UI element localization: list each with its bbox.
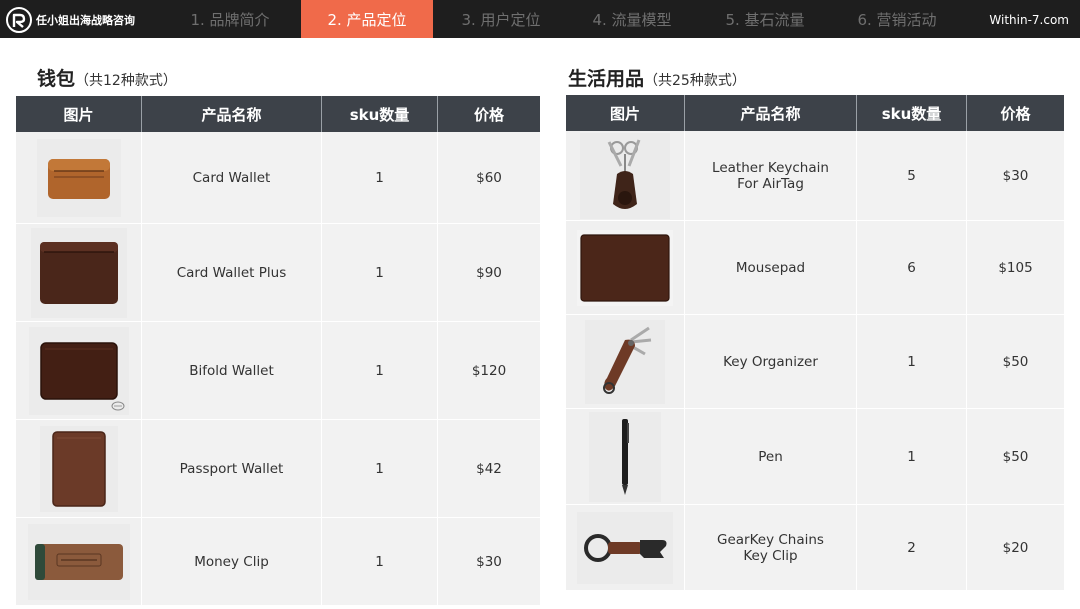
lifestyle-section-title: 生活用品（共25种款式）: [568, 64, 746, 91]
pen-image: [589, 411, 661, 502]
product-image-cell: [566, 505, 685, 590]
lifestyle-table-header: 图片 产品名称 sku数量 价格: [566, 95, 1064, 131]
product-name: Key Organizer: [723, 353, 818, 370]
sku-count: 1: [857, 315, 967, 408]
price: $105: [967, 221, 1064, 314]
product-name: Pen: [758, 448, 783, 465]
sku-count: 2: [857, 505, 967, 590]
wallets-subtitle: （共12种款式）: [75, 73, 177, 89]
wallets-section-title: 钱包（共12种款式）: [37, 64, 177, 91]
passport-wallet-image: [39, 425, 118, 512]
table-row: Leather Keychain For AirTag 5 $30: [566, 131, 1064, 221]
price: $50: [967, 409, 1064, 504]
keychain-image: [580, 132, 670, 219]
tab-marketing-campaigns[interactable]: 6. 营销活动: [837, 0, 957, 38]
site-url[interactable]: Within-7.com: [989, 13, 1069, 27]
lifestyle-subtitle: （共25种款式）: [644, 73, 746, 89]
table-row: Passport Wallet 1 $42: [16, 420, 540, 518]
lifestyle-title: 生活用品: [568, 68, 645, 90]
table-row: Card Wallet Plus 1 $90: [16, 224, 540, 322]
product-image-cell: [566, 315, 685, 408]
price: $42: [438, 420, 540, 517]
column-header-price: 价格: [1000, 104, 1031, 123]
price: $20: [967, 505, 1064, 590]
product-name: GearKey Chains: [717, 531, 824, 548]
brand-logo-icon[interactable]: [6, 7, 32, 33]
column-header-image: 图片: [566, 95, 685, 131]
table-row: GearKey Chains Key Clip 2 $20: [566, 505, 1064, 591]
brand-name: 任小姐出海战略咨询: [36, 14, 135, 27]
product-name: Passport Wallet: [179, 460, 284, 477]
product-image-cell: [566, 131, 685, 220]
price: $30: [438, 518, 540, 605]
table-row: Bifold Wallet 1 $120: [16, 322, 540, 420]
product-name: Bifold Wallet: [189, 362, 274, 379]
table-row: Mousepad 6 $105: [566, 221, 1064, 315]
sku-count: 1: [322, 132, 438, 223]
bifold-wallet-image: [28, 326, 129, 415]
money-clip-image: [27, 523, 130, 600]
product-name: Mousepad: [735, 259, 806, 276]
column-header-product-name: 产品名称: [685, 95, 857, 131]
tab-user-positioning[interactable]: 3. 用户定位: [441, 0, 561, 38]
mousepad-image: [577, 229, 673, 306]
product-name: Card Wallet Plus: [176, 264, 287, 281]
tab-product-positioning[interactable]: 2. 产品定位: [301, 0, 433, 38]
table-row: Key Organizer 1 $50: [566, 315, 1064, 409]
product-image-cell: [16, 420, 142, 517]
sku-count: 6: [857, 221, 967, 314]
price: $120: [438, 322, 540, 419]
tab-traffic-model[interactable]: 4. 流量模型: [572, 0, 692, 38]
column-header-sku: sku数量: [322, 96, 438, 132]
product-image-cell: [16, 224, 142, 321]
key-organizer-image: [585, 319, 665, 404]
card-wallet-image: [36, 138, 121, 217]
product-name: Money Clip: [194, 553, 269, 570]
product-name-line-2: For AirTag: [737, 175, 804, 192]
wallets-title: 钱包: [37, 68, 76, 90]
table-row: Pen 1 $50: [566, 409, 1064, 505]
sku-count: 1: [322, 518, 438, 605]
column-header-sku: sku数量: [857, 95, 967, 131]
sku-count: 1: [857, 409, 967, 504]
product-image-cell: [566, 221, 685, 314]
tab-brand-intro[interactable]: 1. 品牌简介: [170, 0, 290, 38]
product-name: Leather Keychain: [712, 159, 829, 176]
product-image-cell: [566, 409, 685, 504]
product-image-cell: [16, 132, 142, 223]
sku-count: 1: [322, 322, 438, 419]
wallets-table: 图片 产品名称 sku数量 价格 Card Wallet 1 $60 Card …: [16, 96, 540, 606]
price: $30: [967, 131, 1064, 220]
price: $60: [438, 132, 540, 223]
price: $90: [438, 224, 540, 321]
column-header-image: 图片: [16, 96, 142, 132]
card-wallet-plus-image: [30, 227, 127, 318]
column-header-product-name: 产品名称: [142, 96, 322, 132]
product-image-cell: [16, 322, 142, 419]
gearkey-image: [577, 511, 673, 584]
product-name: Card Wallet: [192, 169, 271, 186]
price: $50: [967, 315, 1064, 408]
tab-cornerstone-traffic[interactable]: 5. 基石流量: [705, 0, 825, 38]
column-header-price: 价格: [473, 105, 504, 124]
sku-count: 1: [322, 420, 438, 517]
table-row: Money Clip 1 $30: [16, 518, 540, 606]
wallets-table-header: 图片 产品名称 sku数量 价格: [16, 96, 540, 132]
product-name-line-2: Key Clip: [743, 547, 798, 564]
sku-count: 1: [322, 224, 438, 321]
small-logo-icon: [111, 401, 124, 410]
lifestyle-table: 图片 产品名称 sku数量 价格 Leather Keychain For Ai…: [566, 95, 1064, 591]
product-image-cell: [16, 518, 142, 605]
table-row: Card Wallet 1 $60: [16, 132, 540, 224]
sku-count: 5: [857, 131, 967, 220]
top-nav-bar: 任小姐出海战略咨询 1. 品牌简介 2. 产品定位 3. 用户定位 4. 流量模…: [0, 0, 1080, 38]
